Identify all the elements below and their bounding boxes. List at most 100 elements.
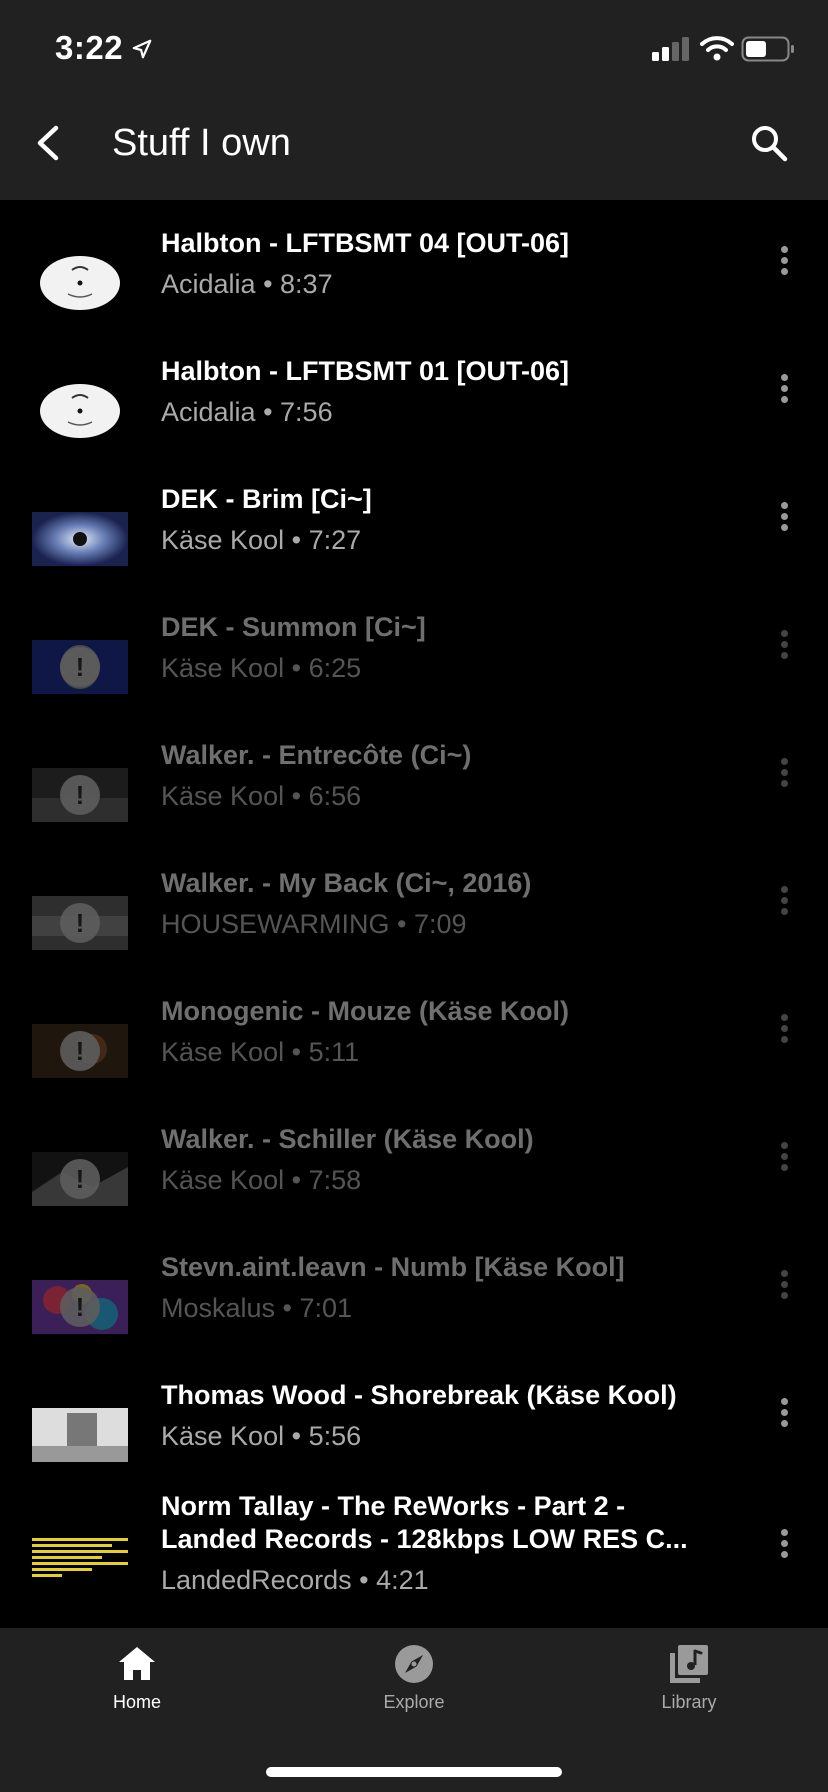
more-options-icon[interactable] bbox=[770, 1525, 798, 1565]
back-arrow-icon[interactable] bbox=[28, 122, 70, 164]
item-title: Walker. - Entrecôte (Ci~) bbox=[161, 740, 472, 770]
item-title: Monogenic - Mouze (Käse Kool) bbox=[161, 996, 569, 1026]
more-options-icon[interactable] bbox=[770, 626, 798, 666]
item-meta: Käse Kool • 6:25 bbox=[161, 652, 718, 685]
library-icon bbox=[670, 1645, 708, 1683]
item-meta: Käse Kool • 7:58 bbox=[161, 1164, 718, 1197]
more-options-icon[interactable] bbox=[770, 882, 798, 922]
item-channel: Käse Kool bbox=[161, 653, 285, 683]
item-duration: 8:37 bbox=[280, 269, 333, 299]
video-thumbnail[interactable]: ! bbox=[32, 1280, 128, 1334]
list-item[interactable]: Halbton - LFTBSMT 01 [OUT-06] Acidalia • … bbox=[0, 328, 828, 456]
nav-home-label: Home bbox=[112, 1692, 161, 1712]
item-meta: HOUSEWARMING • 7:09 bbox=[161, 908, 718, 941]
list-item[interactable]: DEK - Brim [Ci~] Käse Kool • 7:27 bbox=[0, 456, 828, 584]
page-title: Stuff I own bbox=[112, 122, 291, 164]
unavailable-icon: ! bbox=[60, 1031, 100, 1071]
nav-explore[interactable]: Explore bbox=[334, 1642, 494, 1732]
unavailable-icon: ! bbox=[60, 1287, 100, 1327]
list-item[interactable]: ! DEK - Summon [Ci~] Käse Kool • 6:25 bbox=[0, 584, 828, 712]
item-meta: Moskalus • 7:01 bbox=[161, 1292, 718, 1325]
item-meta: LandedRecords • 4:21 bbox=[161, 1564, 718, 1597]
list-item[interactable]: ! Monogenic - Mouze (Käse Kool) Käse Kool … bbox=[0, 968, 828, 1096]
video-thumbnail[interactable]: ! bbox=[32, 1024, 128, 1078]
item-text: Halbton - LFTBSMT 04 [OUT-06] Acidalia • … bbox=[161, 227, 718, 301]
top-bar: 3:22 Stuff I own bbox=[0, 0, 828, 200]
video-thumbnail[interactable] bbox=[32, 384, 128, 438]
nav-home[interactable]: Home bbox=[57, 1642, 217, 1732]
video-thumbnail[interactable]: ! bbox=[32, 1152, 128, 1206]
item-title: Norm Tallay - The ReWorks - Part 2 - Lan… bbox=[161, 1491, 688, 1554]
more-options-icon[interactable] bbox=[770, 1138, 798, 1178]
unavailable-icon: ! bbox=[60, 775, 100, 815]
video-thumbnail[interactable]: ! bbox=[32, 640, 128, 694]
item-channel: Käse Kool bbox=[161, 781, 285, 811]
item-channel: LandedRecords bbox=[161, 1565, 352, 1595]
status-bar: 3:22 bbox=[0, 0, 828, 100]
item-separator: • bbox=[351, 1565, 377, 1595]
item-separator: • bbox=[389, 909, 414, 939]
list-item[interactable]: Halbton - LFTBSMT 04 [OUT-06] Acidalia • … bbox=[0, 200, 828, 328]
item-duration: 7:09 bbox=[413, 909, 467, 939]
video-thumbnail[interactable] bbox=[32, 1408, 128, 1462]
item-channel: Acidalia bbox=[161, 397, 256, 427]
item-separator: • bbox=[284, 1165, 309, 1195]
battery-icon bbox=[741, 36, 794, 62]
more-options-icon[interactable] bbox=[770, 1010, 798, 1050]
video-thumbnail[interactable]: ! bbox=[32, 768, 128, 822]
item-separator: • bbox=[255, 269, 281, 299]
item-meta: Käse Kool • 5:11 bbox=[161, 1036, 718, 1069]
video-thumbnail[interactable] bbox=[32, 512, 128, 566]
nav-library[interactable]: Library bbox=[609, 1642, 769, 1732]
item-duration: 6:56 bbox=[308, 781, 362, 811]
item-meta: Käse Kool • 5:56 bbox=[161, 1420, 718, 1453]
search-icon[interactable] bbox=[748, 122, 790, 164]
more-options-icon[interactable] bbox=[770, 498, 798, 538]
more-options-icon[interactable] bbox=[770, 370, 798, 410]
list-item[interactable]: Norm Tallay - The ReWorks - Part 2 - Lan… bbox=[0, 1480, 828, 1608]
item-text: Walker. - Schiller (Käse Kool) Käse Kool … bbox=[161, 1123, 718, 1197]
item-text: Thomas Wood - Shorebreak (Käse Kool) Käse… bbox=[161, 1379, 718, 1453]
more-options-icon[interactable] bbox=[770, 1266, 798, 1306]
item-title: Halbton - LFTBSMT 04 [OUT-06] bbox=[161, 228, 569, 258]
nav-library-label: Library bbox=[661, 1692, 717, 1712]
item-duration: 4:21 bbox=[376, 1565, 429, 1595]
more-options-icon[interactable] bbox=[770, 754, 798, 794]
header: Stuff I own bbox=[0, 100, 828, 200]
item-channel: Käse Kool bbox=[161, 1165, 285, 1195]
more-options-icon[interactable] bbox=[770, 242, 798, 282]
item-title: Halbton - LFTBSMT 01 [OUT-06] bbox=[161, 356, 569, 386]
list-item[interactable]: Thomas Wood - Shorebreak (Käse Kool) Käse… bbox=[0, 1352, 828, 1480]
more-options-icon[interactable] bbox=[770, 1394, 798, 1434]
item-text: Stevn.aint.leavn - Numb [Käse Kool] Moska… bbox=[161, 1251, 718, 1325]
item-separator: • bbox=[284, 653, 309, 683]
unavailable-icon: ! bbox=[60, 903, 100, 943]
item-channel: HOUSEWARMING bbox=[161, 909, 390, 939]
item-channel: Käse Kool bbox=[161, 1421, 285, 1451]
list-item[interactable]: ! Stevn.aint.leavn - Numb [Käse Kool] Mosk… bbox=[0, 1224, 828, 1352]
location-arrow-icon bbox=[132, 39, 152, 59]
item-separator: • bbox=[284, 1421, 309, 1451]
list-item[interactable]: ! Walker. - Schiller (Käse Kool) Käse Kool… bbox=[0, 1096, 828, 1224]
video-thumbnail[interactable] bbox=[32, 1530, 128, 1584]
item-text: DEK - Summon [Ci~] Käse Kool • 6:25 bbox=[161, 611, 718, 685]
item-separator: • bbox=[275, 1293, 300, 1323]
item-text: Halbton - LFTBSMT 01 [OUT-06] Acidalia • … bbox=[161, 355, 718, 429]
item-duration: 7:56 bbox=[280, 397, 333, 427]
item-text: Monogenic - Mouze (Käse Kool) Käse Kool •… bbox=[161, 995, 718, 1069]
item-channel: Moskalus bbox=[161, 1293, 276, 1323]
unavailable-icon: ! bbox=[60, 647, 100, 687]
item-title: Walker. - My Back (Ci~, 2016) bbox=[161, 868, 532, 898]
home-indicator bbox=[266, 1767, 562, 1777]
item-separator: • bbox=[284, 1037, 309, 1067]
video-thumbnail[interactable] bbox=[32, 256, 128, 310]
video-thumbnail[interactable]: ! bbox=[32, 896, 128, 950]
item-title: DEK - Summon [Ci~] bbox=[161, 612, 426, 642]
item-duration: 5:56 bbox=[308, 1421, 362, 1451]
list-item[interactable]: ! Walker. - My Back (Ci~, 2016) HOUSEWARMI… bbox=[0, 840, 828, 968]
home-icon bbox=[119, 1647, 155, 1680]
playlist-list[interactable]: Halbton - LFTBSMT 04 [OUT-06] Acidalia • … bbox=[0, 200, 828, 1628]
list-item[interactable]: ! Walker. - Entrecôte (Ci~) Käse Kool • 6:… bbox=[0, 712, 828, 840]
item-separator: • bbox=[255, 397, 281, 427]
item-text: Walker. - My Back (Ci~, 2016) HOUSEWARMIN… bbox=[161, 867, 718, 941]
